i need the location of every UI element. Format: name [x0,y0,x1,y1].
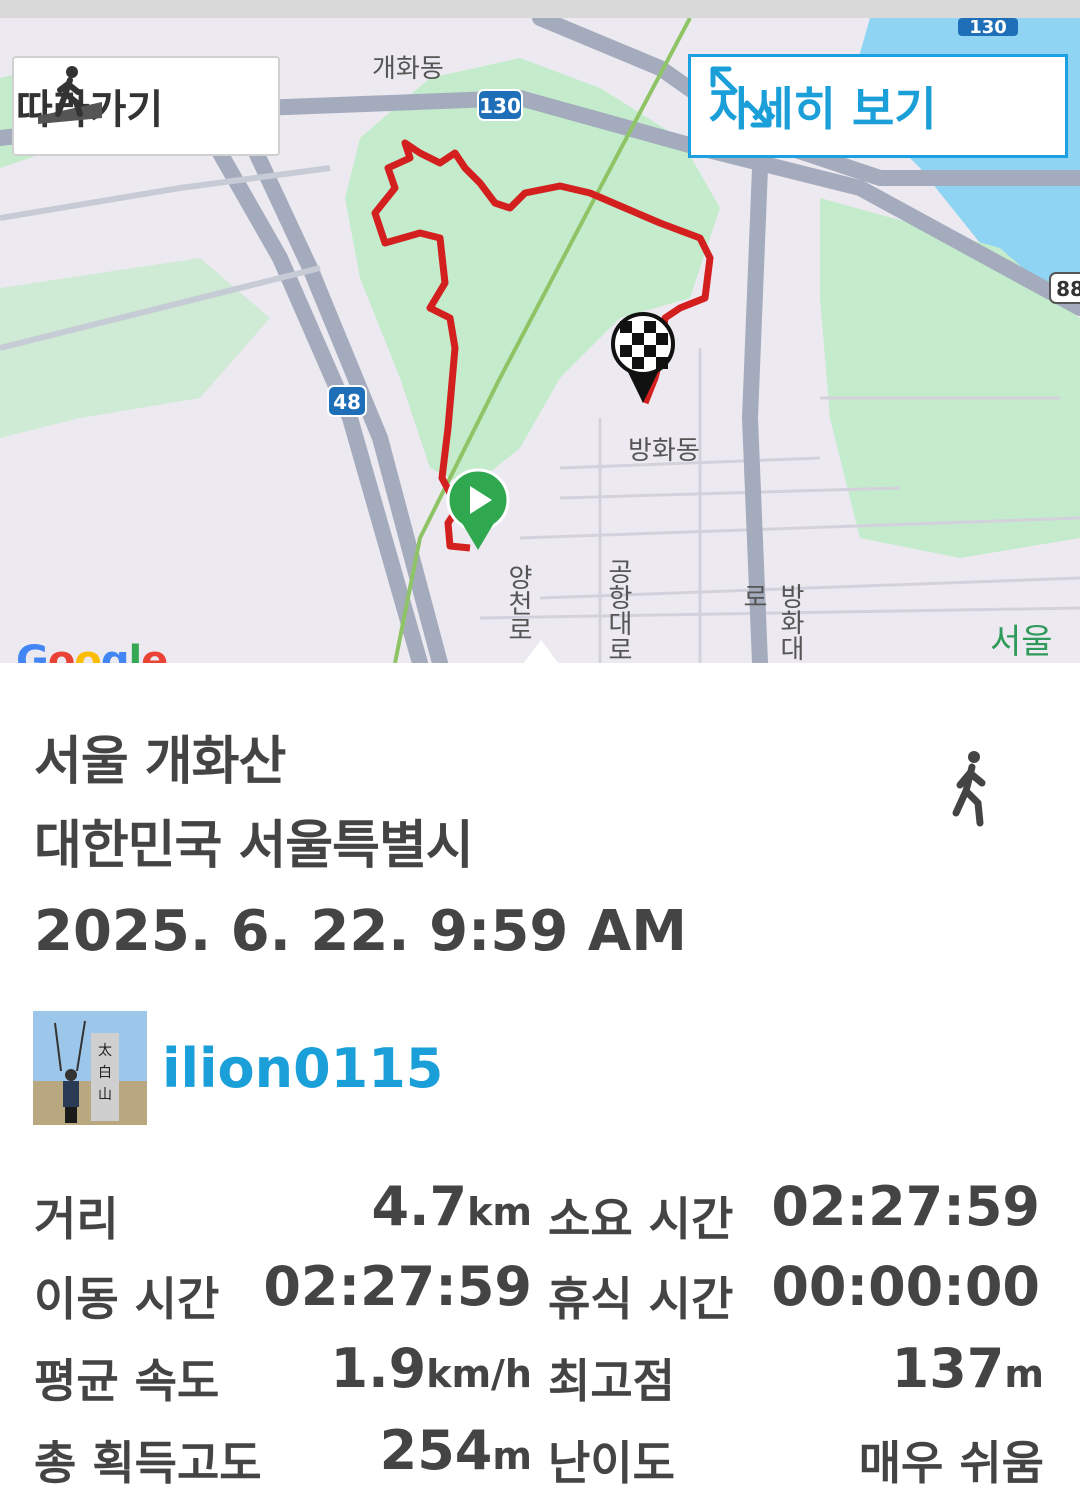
max-altitude-value: 137m [892,1337,1044,1400]
track-region: 대한민국 서울특별시 [34,816,474,876]
avg-speed-number: 1.9 [330,1337,427,1400]
walking-person-icon [952,751,986,827]
finish-marker [611,312,675,403]
distance-unit: km [467,1190,532,1234]
svg-text:山: 山 [98,1087,112,1103]
elevation-gain-number: 254 [379,1419,493,1482]
map-label-road-2: 공항대로 [603,558,633,662]
duration-value: 02:27:59 [771,1175,1040,1238]
duration-label: 소요 시간 [548,1192,734,1246]
start-marker [446,468,510,550]
elevation-gain-value: 254m [380,1419,532,1482]
expand-icon [710,66,772,128]
stats-row-4: 총 획득고도 254m 난이도 매우 쉬움 [0,1415,1080,1495]
user-avatar[interactable]: 太 白 山 [33,1011,147,1125]
map-pointer [523,640,559,664]
map-label-yangcheon-ro: 양천로 [503,564,533,642]
username-link[interactable]: ilion0115 [162,1037,443,1100]
detail-view-button[interactable]: 자세히 보기 [688,54,1068,158]
max-altitude-number: 137 [891,1337,1005,1400]
follow-button[interactable]: 따라가기 [12,56,280,156]
svg-text:白: 白 [98,1065,112,1081]
track-datetime: 2025. 6. 22. 9:59 AM [34,899,687,964]
svg-text:48: 48 [333,390,361,414]
elevation-gain-unit: m [492,1434,532,1478]
map-view[interactable]: 130 48 88 130 개화동 방화동 양천로 공항대로 방화대로 서울식 … [0,18,1080,663]
moving-time-value: 02:27:59 [263,1255,532,1318]
difficulty-label: 난이도 [548,1436,675,1490]
distance-label: 거리 [34,1192,119,1246]
max-altitude-unit: m [1004,1352,1044,1396]
green-area-west [0,258,270,438]
status-bar [0,0,1080,18]
map-label-banghwa: 방화동 [628,436,700,466]
elevation-gain-label: 총 획득고도 [34,1436,262,1490]
avg-speed-label: 평균 속도 [34,1354,220,1408]
stats-row-1: 거리 4.7km 소요 시간 02:27:59 [0,1171,1080,1251]
map-label-seoul: 서울식 [990,622,1053,662]
stats-row-2: 이동 시간 02:27:59 휴식 시간 00:00:00 [0,1251,1080,1331]
track-title: 서울 개화산 [34,732,286,792]
max-altitude-label: 최고점 [548,1354,675,1408]
map-label-gaehwa: 개화동 [372,54,444,84]
distance-value: 4.7km [371,1175,532,1238]
svg-text:太: 太 [98,1043,112,1059]
hiker-icon [38,66,102,124]
svg-text:130: 130 [479,94,521,118]
svg-text:88: 88 [1056,277,1080,301]
difficulty-value: 매우 쉬움 [858,1436,1044,1490]
rest-time-value: 00:00:00 [771,1255,1040,1318]
svg-text:130: 130 [969,18,1007,38]
map-label-road-3: 방화대로 [738,583,805,661]
stats-row-3: 평균 속도 1.9km/h 최고점 137m [0,1333,1080,1413]
google-logo: Google [16,638,168,663]
distance-number: 4.7 [371,1175,468,1238]
park-area [345,58,720,488]
moving-time-label: 이동 시간 [34,1272,220,1326]
avg-speed-value: 1.9km/h [331,1337,532,1400]
rest-time-label: 휴식 시간 [548,1272,734,1326]
avg-speed-unit: km/h [426,1352,532,1396]
